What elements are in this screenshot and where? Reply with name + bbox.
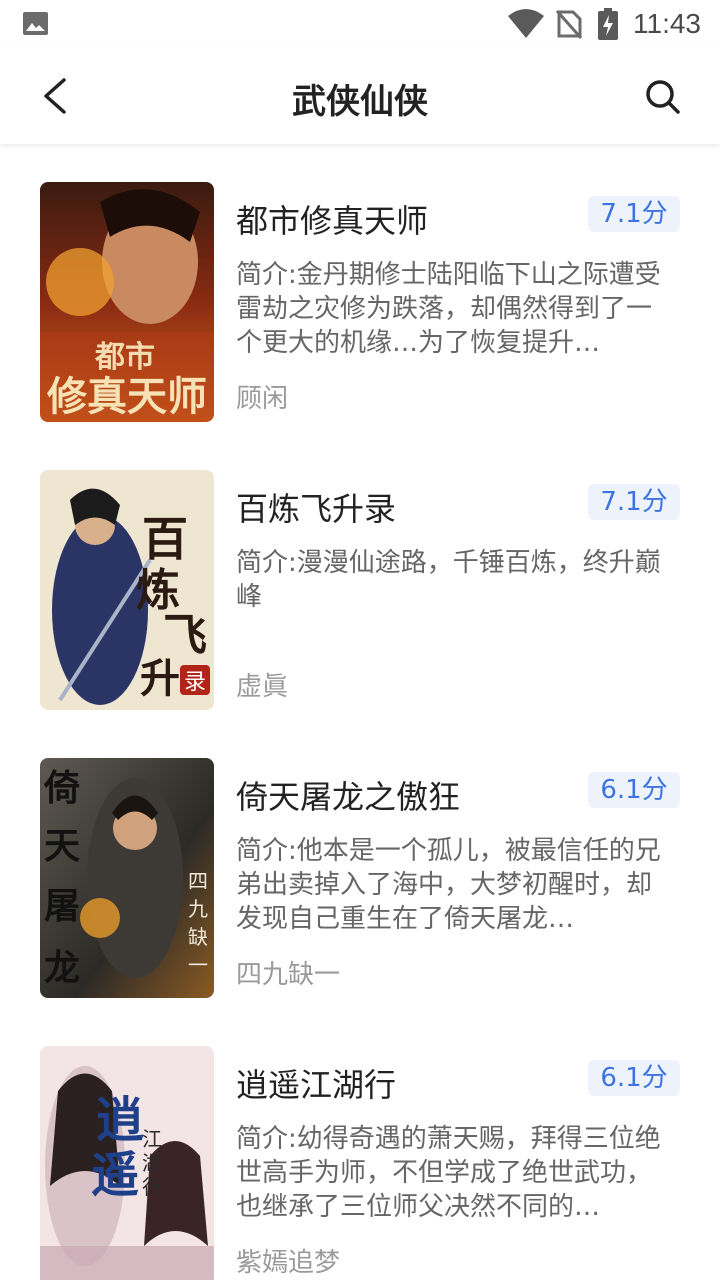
status-time: 11:43: [633, 8, 701, 39]
page-title: 武侠仙侠: [292, 82, 428, 122]
app-bar: 武侠仙侠: [0, 48, 720, 144]
book-list-item[interactable]: 都市 修真天师 都市修真天师 7.1分 简介:金丹期修士陆阳临下山之际遭受雷劫之…: [0, 182, 720, 422]
cover-title-4: 龙: [44, 947, 80, 989]
book-description: 简介:他本是一个孤儿，被最信任的兄弟出卖掉入了海中，大梦初醒时，却发现自己重生在…: [236, 836, 661, 934]
cover-author-3: 缺: [188, 925, 208, 949]
cover-title-2: 天: [44, 825, 80, 867]
image-icon: [23, 12, 48, 35]
book-description: 简介:幼得奇遇的萧天赐，拜得三位绝世高手为师，不但学成了绝世武功，也继承了三位师…: [236, 1124, 661, 1222]
search-icon[interactable]: [640, 72, 686, 120]
book-title[interactable]: 都市修真天师: [236, 196, 428, 242]
book-title[interactable]: 倚天屠龙之傲狂: [236, 772, 460, 818]
cover-title-5: 录: [184, 670, 206, 695]
cover-title-bottom: 修真天师: [47, 373, 207, 420]
book-cover-image: 百 炼 飞 升 录: [40, 470, 214, 710]
status-bar: 11:43: [0, 0, 720, 48]
cover-title-1: 百: [142, 512, 188, 566]
book-cover[interactable]: 百 炼 飞 升 录: [40, 470, 214, 710]
book-description: 简介:金丹期修士陆阳临下山之际遭受雷劫之灾修为跌落，却偶然得到了一个更大的机缘……: [236, 260, 661, 358]
wifi-icon: [508, 9, 544, 38]
score-badge: 6.1分: [588, 772, 680, 808]
book-title[interactable]: 百炼飞升录: [236, 484, 396, 530]
book-list-item[interactable]: 逍 遥 江 湖 行 逍遥江湖行 6.1分 简介:幼得奇遇的萧天赐，拜得三位绝世高…: [0, 1046, 720, 1280]
no-sim-icon: [556, 10, 582, 39]
cover-title-2: 炼: [136, 565, 180, 616]
book-cover-image: 倚 天 屠 龙 四 九 缺 一: [40, 758, 214, 998]
book-author: 虚眞: [236, 672, 289, 702]
book-list-item[interactable]: 倚 天 屠 龙 四 九 缺 一 倚天屠龙之傲狂 6.1分 简介:他本是一个孤儿，…: [0, 758, 720, 998]
book-cover[interactable]: 逍 遥 江 湖 行: [40, 1046, 214, 1280]
cover-title-top: 都市: [94, 340, 155, 375]
cover-title-5: 行: [142, 1175, 162, 1199]
book-author: 紫嫣追梦: [236, 1248, 341, 1278]
cover-title-1: 逍: [96, 1092, 144, 1148]
book-cover[interactable]: 倚 天 屠 龙 四 九 缺 一: [40, 758, 214, 998]
score-badge: 7.1分: [588, 196, 680, 232]
cover-author-1: 四: [188, 869, 208, 893]
cover-title-3: 江: [142, 1127, 162, 1151]
score-badge: 7.1分: [588, 484, 680, 520]
book-description: 简介:漫漫仙途路，千锤百炼，终升巅峰: [236, 548, 661, 612]
cover-title-2: 遥: [91, 1147, 139, 1203]
cover-author-4: 一: [188, 953, 208, 977]
cover-title-4: 升: [140, 655, 180, 702]
score-badge: 6.1分: [588, 1060, 680, 1096]
book-author: 四九缺一: [236, 960, 341, 990]
battery-charging-icon: [598, 8, 618, 40]
book-cover[interactable]: 都市 修真天师: [40, 182, 214, 422]
book-cover-image: 都市 修真天师: [40, 182, 214, 422]
cover-title-3: 屠: [44, 885, 80, 927]
book-author: 顾闲: [236, 384, 289, 414]
cover-title-4: 湖: [142, 1151, 162, 1175]
cover-author-2: 九: [188, 897, 208, 921]
book-list-item[interactable]: 百 炼 飞 升 录 百炼飞升录 7.1分 简介:漫漫仙途路，千锤百炼，终升巅峰 …: [0, 470, 720, 710]
cover-title-1: 倚: [43, 767, 80, 809]
book-title[interactable]: 逍遥江湖行: [236, 1060, 396, 1106]
book-cover-image: 逍 遥 江 湖 行: [40, 1046, 214, 1280]
cover-title-3: 飞: [163, 610, 207, 661]
